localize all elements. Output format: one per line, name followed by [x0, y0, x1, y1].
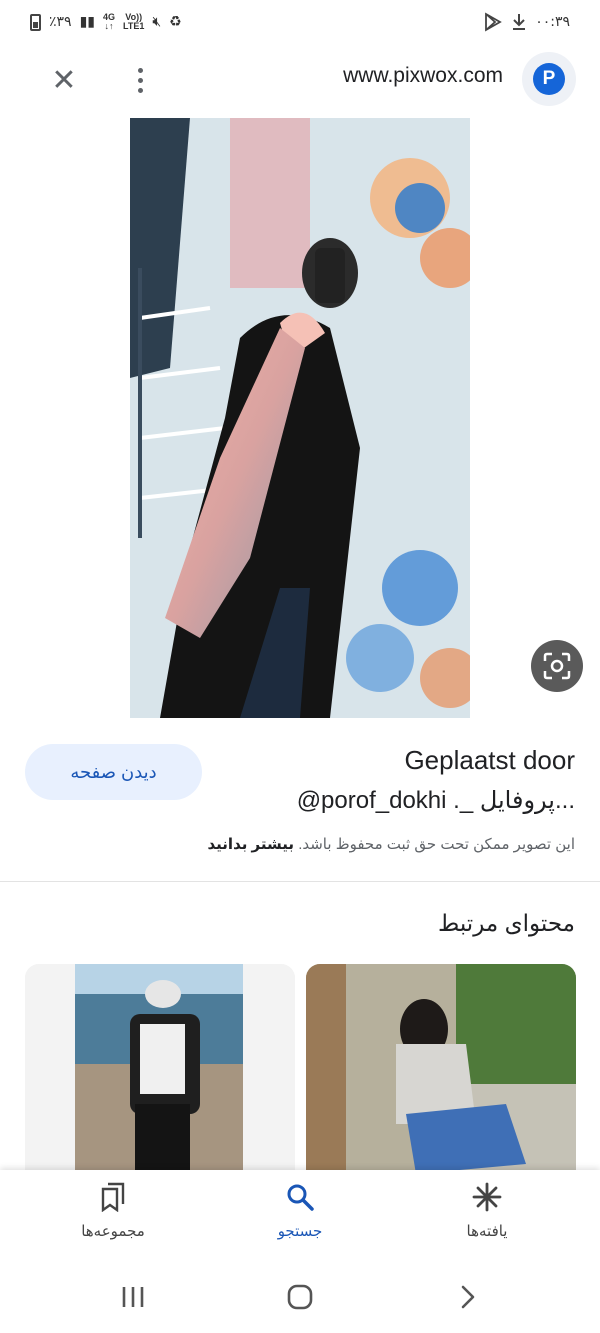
- learn-more-link[interactable]: بیشتر بدانید: [208, 836, 295, 853]
- url-text[interactable]: www.pixwox.com: [343, 64, 503, 88]
- related-card[interactable]: [25, 964, 295, 1194]
- related-card[interactable]: [306, 964, 576, 1194]
- site-favicon[interactable]: P: [522, 52, 576, 106]
- play-store-icon: [485, 12, 503, 32]
- carrier-label: LTE1: [123, 21, 145, 31]
- signal-icon: ▮▮: [79, 14, 95, 30]
- related-content-title: محتوای مرتبط: [438, 910, 575, 936]
- source-handle[interactable]: @porof_dokhi ._ پروفایل...: [297, 786, 575, 815]
- view-page-button[interactable]: دیدن صفحه: [25, 744, 202, 800]
- recycle-icon: ♻︎: [169, 14, 182, 30]
- clock: ۰۰:۳۹: [535, 14, 570, 30]
- posted-by-label: Geplaatst door: [404, 745, 575, 775]
- divider: [0, 881, 600, 882]
- bottom-navigation: مجموعه‌ها جستجو یافته‌ها: [0, 1170, 600, 1262]
- mute-icon: 🔇︎: [152, 14, 162, 30]
- copyright-text: این تصویر ممکن تحت حق ثبت محفوظ باشد.: [298, 836, 575, 853]
- main-image[interactable]: [130, 118, 470, 718]
- nav-discover[interactable]: یافته‌ها: [417, 1182, 557, 1240]
- back-icon[interactable]: [458, 1284, 478, 1310]
- recent-apps-icon[interactable]: [120, 1284, 146, 1310]
- nav-search-label: جستجو: [277, 1223, 323, 1240]
- browser-top-bar: ✕ www.pixwox.com P: [0, 44, 600, 114]
- related-thumbnail: [25, 964, 295, 1194]
- main-photo: [130, 118, 470, 718]
- status-left: ٪۳۹ ▮▮ 4G ↓↑ Vo)) LTE1 🔇︎ ♻︎: [30, 13, 182, 31]
- status-right: ۰۰:۳۹: [483, 12, 570, 32]
- lens-icon: [543, 652, 571, 680]
- nav-discover-label: یافته‌ها: [466, 1223, 508, 1240]
- close-icon[interactable]: ✕: [44, 60, 84, 100]
- home-icon[interactable]: [287, 1284, 313, 1310]
- discover-icon: [472, 1182, 502, 1212]
- battery-icon: [30, 13, 41, 31]
- nav-search[interactable]: جستجو: [230, 1182, 370, 1240]
- related-thumbnail: [306, 964, 576, 1194]
- nav-collections-label: مجموعه‌ها: [81, 1223, 145, 1240]
- bookmarks-icon: [101, 1182, 125, 1212]
- volte-indicator: Vo)) LTE1: [123, 13, 144, 31]
- copyright-notice: این تصویر ممکن تحت حق ثبت محفوظ باشد. بی…: [208, 835, 575, 853]
- battery-percent: ٪۳۹: [49, 14, 72, 30]
- download-icon: [513, 14, 526, 30]
- search-icon: [287, 1184, 314, 1211]
- network-indicator: 4G ↓↑: [103, 13, 115, 31]
- status-bar: ٪۳۹ ▮▮ 4G ↓↑ Vo)) LTE1 🔇︎ ♻︎ ۰۰:۳۹: [0, 0, 600, 44]
- favicon-letter: P: [533, 63, 565, 95]
- network-arrows-icon: ↓↑: [104, 21, 114, 31]
- nav-collections[interactable]: مجموعه‌ها: [43, 1182, 183, 1240]
- more-options-icon[interactable]: [120, 60, 160, 100]
- system-navigation-bar: [0, 1262, 600, 1333]
- lens-scan-button[interactable]: [531, 640, 583, 692]
